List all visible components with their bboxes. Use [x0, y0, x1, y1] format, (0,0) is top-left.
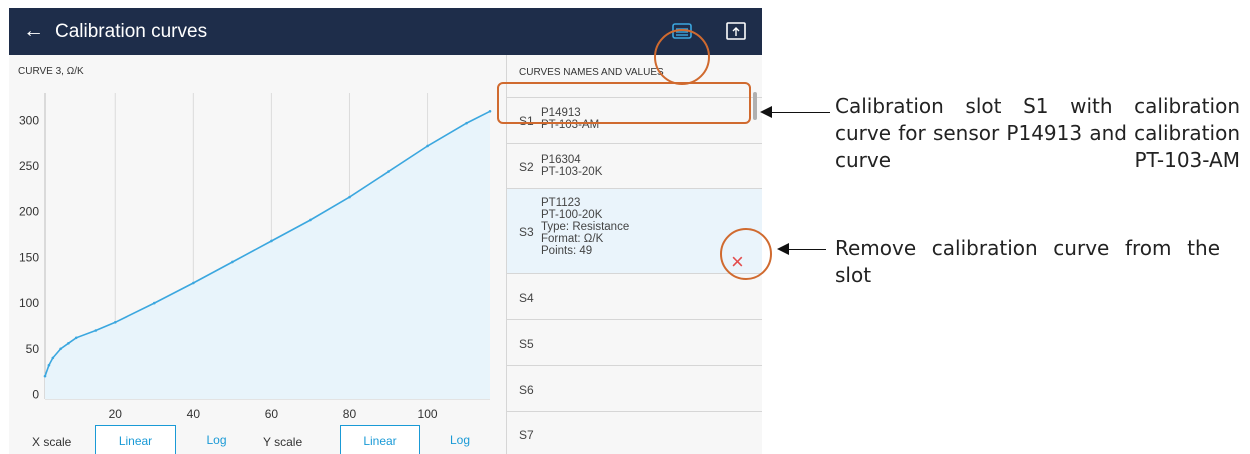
remove-callout-text: Remove calibration curve from the slot: [835, 236, 1220, 287]
slot-details: P16304 PT-103-20K: [541, 154, 602, 178]
slot-detail-line: Points: 49: [541, 245, 593, 257]
slot-s7[interactable]: S7: [507, 411, 762, 454]
slot-id: S3: [519, 224, 534, 239]
slot-detail-line: P16304: [541, 154, 581, 166]
data-point: [59, 347, 62, 351]
slot-s5[interactable]: S5: [507, 319, 762, 366]
data-point: [74, 336, 78, 340]
data-point: [51, 356, 55, 360]
x-tick-label: 60: [265, 407, 279, 421]
x-tick-label: 100: [418, 407, 438, 421]
y-scale-label: Y scale: [263, 435, 303, 449]
slot-details: PT1123 PT-100-20K Type: Resistance Format: …: [541, 197, 629, 257]
y-scale-linear-button[interactable]: Linear: [340, 425, 420, 454]
x-scale-label: X scale: [32, 435, 72, 449]
slot-s4[interactable]: S4: [507, 273, 762, 320]
slot-s2[interactable]: S2 P16304 PT-103-20K: [507, 143, 762, 189]
calibration-chart: 20 40 60 80 100 0 50 100 150 200 250 300: [19, 93, 492, 421]
slot-highlight-frame: [497, 82, 751, 124]
slot-id: S2: [519, 159, 534, 174]
slot-detail-line: PT-100-20K: [541, 209, 603, 221]
remove-callout-arrow: [788, 249, 826, 250]
slot-callout-text: Calibration slot S1 with calibration cur…: [835, 94, 1240, 172]
data-point: [309, 218, 312, 222]
calibration-app: ← Calibration curves CURVE 3, Ω/K 20 40 60…: [9, 8, 762, 454]
upload-icon[interactable]: [725, 21, 747, 41]
data-point: [192, 281, 195, 285]
list-view-highlight-circle: [654, 29, 710, 85]
slot-callout-arrow: [770, 112, 830, 113]
data-point: [387, 170, 390, 173]
slot-detail-line: Format: Ω/K: [541, 233, 604, 245]
data-point: [94, 329, 98, 332]
data-point: [231, 260, 234, 264]
slot-id: S7: [519, 427, 534, 442]
y-tick-label: 100: [19, 296, 39, 310]
data-point: [270, 239, 273, 243]
y-tick-label: 250: [19, 159, 39, 173]
data-point: [426, 144, 429, 148]
slot-id: S6: [519, 383, 534, 397]
slot-detail-line: PT-103-20K: [541, 166, 603, 178]
slot-id: S4: [519, 291, 534, 305]
list-scrollbar[interactable]: [753, 92, 757, 120]
y-scale-log-button[interactable]: Log: [422, 425, 498, 453]
remove-callout-arrowhead: [777, 243, 789, 255]
slot-id: S5: [519, 337, 534, 351]
slot-s6[interactable]: S6: [507, 365, 762, 412]
data-point: [465, 121, 468, 125]
slot-callout-arrowhead: [760, 106, 772, 118]
back-arrow-icon[interactable]: ←: [23, 19, 44, 43]
data-point: [47, 363, 51, 367]
scale-controls: X scale Linear Log Y scale Linear Log: [9, 425, 506, 454]
data-point: [152, 301, 156, 305]
x-tick-label: 40: [187, 407, 201, 421]
y-tick-label: 150: [19, 250, 39, 264]
top-bar: ← Calibration curves: [9, 8, 762, 55]
curves-list-header: CURVES NAMES AND VALUES: [519, 67, 664, 78]
y-tick-label: 200: [19, 205, 39, 219]
chart-panel: CURVE 3, Ω/K 20 40 60 80 100 0 50 100 150 200 250 3…: [9, 55, 507, 454]
slot-detail-line: Type: Resistance: [541, 221, 630, 233]
remove-highlight-circle: [720, 228, 772, 280]
x-tick-label: 20: [109, 407, 123, 421]
data-point: [488, 109, 492, 113]
y-tick-label: 300: [19, 113, 39, 127]
x-tick-label: 80: [343, 407, 357, 421]
data-point: [43, 374, 47, 378]
series-area-fill: [45, 111, 490, 400]
x-scale-linear-button[interactable]: Linear: [95, 425, 176, 454]
y-tick-label: 0: [32, 387, 39, 401]
data-point: [348, 195, 351, 199]
slot-detail-line: PT1123: [541, 197, 581, 209]
y-tick-label: 50: [26, 342, 40, 356]
x-scale-log-button[interactable]: Log: [179, 425, 254, 453]
page-title: Calibration curves: [55, 21, 208, 42]
data-point: [113, 320, 117, 324]
data-point: [67, 341, 70, 345]
